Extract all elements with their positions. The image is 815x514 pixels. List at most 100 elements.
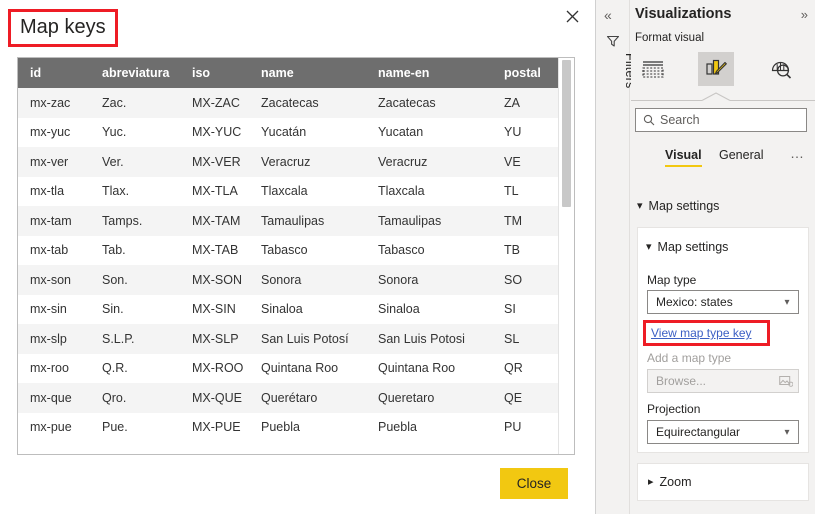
card-header-map-settings[interactable]: ▾ Map settings (646, 240, 728, 254)
table-cell: Veracruz (366, 147, 492, 177)
table-scrollbar-track[interactable] (558, 58, 574, 454)
table-cell: SO (492, 265, 559, 295)
table-cell: mx-yuc (18, 117, 90, 147)
analytics-magnifier-icon[interactable] (763, 52, 799, 86)
page-title: Map keys (20, 16, 106, 38)
table-cell: QE (492, 383, 559, 413)
table-cell: YU (492, 117, 559, 147)
browse-input[interactable]: Browse... (647, 369, 799, 393)
chevron-double-right-icon[interactable]: » (801, 7, 808, 22)
ellipsis-icon[interactable]: … (790, 145, 805, 161)
table-cell: MX-TLA (180, 176, 249, 206)
table-row: mx-tla Tlax. MX-TLA Tlaxcala Tlaxcala TL (18, 176, 559, 206)
table-row: mx-pue Pue. MX-PUE Puebla Puebla PU (18, 412, 559, 442)
projection-value: Equirectangular (656, 425, 741, 439)
label-projection: Projection (647, 402, 701, 416)
table-cell: Tlax. (90, 176, 180, 206)
column-header-id: id (18, 58, 90, 88)
table-cell: Sonora (249, 265, 366, 295)
table-cell: S.L.P. (90, 324, 180, 354)
image-browse-icon[interactable] (774, 375, 798, 387)
table-cell: Zacatecas (366, 88, 492, 118)
table-cell: mx-zac (18, 88, 90, 118)
tab-general[interactable]: General (719, 148, 763, 167)
table-cell: MX-YUC (180, 117, 249, 147)
section-header-zoom[interactable]: ▸ Zoom (637, 463, 809, 501)
table-cell: MX-SON (180, 265, 249, 295)
table-cell: TL (492, 176, 559, 206)
table-cell: Tab. (90, 235, 180, 265)
chevron-right-icon: ▸ (648, 475, 654, 488)
table-cell: Sin. (90, 294, 180, 324)
label-add-a-map-type: Add a map type (647, 351, 732, 365)
table-cell: Qro. (90, 383, 180, 413)
table-cell: Tamaulipas (366, 206, 492, 236)
table-cell: Puebla (249, 412, 366, 442)
table-cell: Quintana Roo (249, 353, 366, 383)
search-icon (643, 114, 655, 126)
right-pane: « Filters Visualizations » Format visual (595, 0, 815, 514)
map-keys-table-container: id abreviatura iso name name-en postal m… (17, 57, 575, 455)
table-cell: Yuc. (90, 117, 180, 147)
map-keys-table: id abreviatura iso name name-en postal m… (18, 58, 559, 442)
table-row: mx-sin Sin. MX-SIN Sinaloa Sinaloa SI (18, 294, 559, 324)
table-cell: TM (492, 206, 559, 236)
close-x-icon[interactable] (561, 5, 583, 27)
fields-icon[interactable] (635, 52, 671, 86)
chevron-double-left-icon[interactable]: « (604, 8, 612, 22)
map-type-dropdown[interactable]: Mexico: states ▾ (647, 290, 799, 314)
filters-label[interactable]: Filters (589, 53, 637, 88)
close-button[interactable]: Close (500, 468, 568, 499)
table-scrollbar-thumb[interactable] (562, 60, 571, 207)
table-cell: Yucatan (366, 117, 492, 147)
table-cell: MX-ZAC (180, 88, 249, 118)
projection-dropdown[interactable]: Equirectangular ▾ (647, 420, 799, 444)
filters-collapsed-strip[interactable]: « Filters (596, 0, 637, 514)
table-cell: Tabasco (366, 235, 492, 265)
table-cell: ZA (492, 88, 559, 118)
column-header-name-en: name-en (366, 58, 492, 88)
table-cell: mx-ver (18, 147, 90, 177)
table-cell: MX-QUE (180, 383, 249, 413)
table-cell: mx-sin (18, 294, 90, 324)
table-cell: Queretaro (366, 383, 492, 413)
format-paint-icon[interactable] (698, 52, 734, 86)
section-header-map-settings[interactable]: ▾ Map settings (637, 199, 809, 213)
browse-placeholder: Browse... (656, 374, 707, 388)
table-cell: Querétaro (249, 383, 366, 413)
table-cell: mx-tla (18, 176, 90, 206)
table-row: mx-zac Zac. MX-ZAC Zacatecas Zacatecas ZA (18, 88, 559, 118)
tab-visual[interactable]: Visual (665, 148, 702, 167)
table-cell: MX-SIN (180, 294, 249, 324)
view-map-type-key-link[interactable]: View map type key (646, 326, 752, 340)
section-label-zoom: Zoom (659, 475, 692, 489)
table-cell: VE (492, 147, 559, 177)
table-cell: Yucatán (249, 117, 366, 147)
filter-funnel-icon[interactable] (606, 34, 620, 53)
table-cell: Veracruz (249, 147, 366, 177)
table-cell: Tabasco (249, 235, 366, 265)
table-cell: MX-TAM (180, 206, 249, 236)
column-header-postal: postal (492, 58, 559, 88)
table-cell: Sinaloa (366, 294, 492, 324)
column-header-iso: iso (180, 58, 249, 88)
table-cell: Tamaulipas (249, 206, 366, 236)
card-label-map-settings: Map settings (657, 240, 729, 254)
table-cell: Sonora (366, 265, 492, 295)
map-settings-card: ▾ Map settings Map type Mexico: states ▾… (637, 227, 809, 453)
table-row: mx-que Qro. MX-QUE Querétaro Queretaro QE (18, 383, 559, 413)
table-cell: PU (492, 412, 559, 442)
table-cell: Puebla (366, 412, 492, 442)
table-cell: San Luis Potosi (366, 324, 492, 354)
table-row: mx-tab Tab. MX-TAB Tabasco Tabasco TB (18, 235, 559, 265)
column-header-name: name (249, 58, 366, 88)
map-keys-dialog: Map keys id abreviatura iso name name-en… (0, 0, 595, 514)
search-placeholder: Search (660, 113, 700, 127)
table-cell: mx-son (18, 265, 90, 295)
search-input[interactable]: Search (635, 108, 807, 132)
chevron-down-icon: ▾ (637, 199, 643, 212)
table-cell: Zacatecas (249, 88, 366, 118)
column-header-abreviatura: abreviatura (90, 58, 180, 88)
map-keys-title-highlight-box: Map keys (8, 9, 118, 47)
table-cell: mx-roo (18, 353, 90, 383)
